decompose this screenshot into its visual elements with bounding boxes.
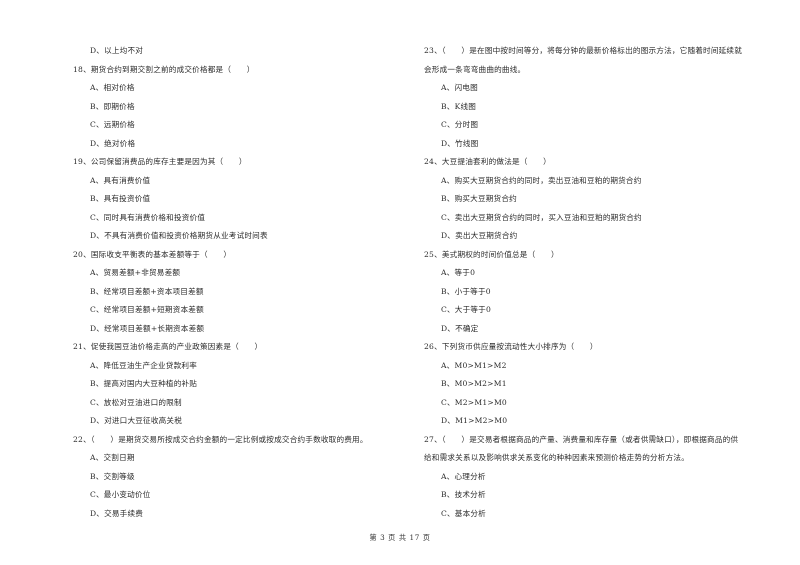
option-a: A、降低豆油生产企业贷款利率 xyxy=(90,360,198,370)
question-22: 22、（ ）是期货交易所按成交合约金额的一定比例或按成交合约手数收取的费用。 A… xyxy=(73,431,403,524)
question-stem: 21、促使我国豆油价格走高的产业政策因素是（ ） xyxy=(73,342,263,351)
question-stem-line-1: 23、（ ）是在图中按时间等分，将每分钟的最新价格标出的图示方法，它随着时间延续… xyxy=(424,46,743,55)
question-stem: 25、美式期权的时间价值总是（ ） xyxy=(424,249,559,259)
question-25: 25、美式期权的时间价值总是（ ） A、等于0 B、小于等于0 C、大于等于0 … xyxy=(424,246,784,339)
option-a: A、M0>M1>M2 xyxy=(441,360,507,370)
option-c: C、基本分析 xyxy=(441,508,486,518)
option-a: A、等于0 xyxy=(441,268,476,277)
option-d: D、不具有消费价值和投资价格期货从业考试时间表 xyxy=(90,231,268,240)
question-18: 18、期货合约到期交割之前的成交价格都是（ ） A、相对价格 B、即期价格 C、… xyxy=(73,61,403,154)
question-24: 24、大豆提油套利的做法是（ ） A、购买大豆期货合约的同时，卖出豆油和豆粕的期… xyxy=(424,153,784,246)
option-b: B、经常项目差额+资本项目差额 xyxy=(90,286,204,296)
question-stem-line-2: 会形成一条弯弯曲曲的曲线。 xyxy=(424,64,526,74)
option-b: B、技术分析 xyxy=(441,490,486,499)
question-20: 20、国际收支平衡表的基本差额等于（ ） A、贸易差额+非贸易差额 B、经常项目… xyxy=(73,246,403,339)
right-column: 23、（ ）是在图中按时间等分，将每分钟的最新价格标出的图示方法，它随着时间延续… xyxy=(424,42,784,523)
option-a: A、闪电图 xyxy=(441,83,478,92)
option-c: C、最小变动价位 xyxy=(90,490,151,499)
option-d: D、对进口大豆征收高关税 xyxy=(90,416,183,425)
question-stem: 20、国际收支平衡表的基本差额等于（ ） xyxy=(73,249,232,259)
question-stem: 26、下列货币供应量按流动性大小排序为（ ） xyxy=(424,342,598,351)
option-b: B、提高对国内大豆种植的补贴 xyxy=(90,379,198,388)
question-26: 26、下列货币供应量按流动性大小排序为（ ） A、M0>M1>M2 B、M0>M… xyxy=(424,338,784,431)
option-d: D、经常项目差额+长期资本差额 xyxy=(90,323,205,333)
option-a: A、具有消费价值 xyxy=(90,175,151,185)
option-a: A、心理分析 xyxy=(441,471,486,481)
question-stem: 24、大豆提油套利的做法是（ ） xyxy=(424,157,551,166)
option-17-d: D、以上均不对 xyxy=(90,46,144,55)
option-c: C、M2>M1>M0 xyxy=(441,397,507,407)
option-d: D、交易手续费 xyxy=(90,508,144,518)
question-stem-line-2: 给和需求关系以及影响供求关系变化的种种因素来预测价格走势的分析方法。 xyxy=(424,453,689,462)
question-stem: 19、公司保留消费品的库存主要是因为其（ ） xyxy=(73,157,247,166)
option-c: C、卖出大豆期货合约的同时，买入豆油和豆粕的期货合约 xyxy=(441,212,642,222)
option-a: A、贸易差额+非贸易差额 xyxy=(90,268,181,277)
option-a: A、交割日期 xyxy=(90,453,135,462)
question-23: 23、（ ）是在图中按时间等分，将每分钟的最新价格标出的图示方法，它随着时间延续… xyxy=(424,42,784,153)
question-27: 27、（ ）是交易者根据商品的产量、消费量和库存量（或者供需缺口），即根据商品的… xyxy=(424,431,784,524)
option-a: A、购买大豆期货合约的同时，卖出豆油和豆粕的期货合约 xyxy=(441,175,642,185)
option-c: C、远期价格 xyxy=(90,120,135,129)
question-stem: 22、（ ）是期货交易所按成交合约金额的一定比例或按成交合约手数收取的费用。 xyxy=(73,434,368,444)
exam-page: D、以上均不对 18、期货合约到期交割之前的成交价格都是（ ） A、相对价格 B… xyxy=(0,0,800,565)
question-stem: 18、期货合约到期交割之前的成交价格都是（ ） xyxy=(73,64,255,74)
option-b: B、交割等级 xyxy=(90,471,135,481)
option-d: D、不确定 xyxy=(441,323,479,333)
option-c: C、经常项目差额+短期资本差额 xyxy=(90,305,204,314)
option-c: C、放松对豆油进口的限制 xyxy=(90,397,182,407)
option-d: D、竹线图 xyxy=(441,138,479,148)
option-d: D、绝对价格 xyxy=(90,138,136,148)
option-d: D、M1>M2>M0 xyxy=(441,416,508,425)
option-b: B、小于等于0 xyxy=(441,286,491,296)
option-d: D、卖出大豆期货合约 xyxy=(441,231,518,240)
option-b: B、即期价格 xyxy=(90,101,135,111)
option-a: A、相对价格 xyxy=(90,83,135,92)
question-21: 21、促使我国豆油价格走高的产业政策因素是（ ） A、降低豆油生产企业贷款利率 … xyxy=(73,338,403,431)
question-stem-line-1: 27、（ ）是交易者根据商品的产量、消费量和库存量（或者供需缺口），即根据商品的… xyxy=(424,434,739,444)
option-b: B、具有投资价值 xyxy=(90,194,151,203)
option-b: B、K线图 xyxy=(441,101,477,111)
option-b: B、M0>M2>M1 xyxy=(441,379,507,388)
option-c: C、大于等于0 xyxy=(441,305,492,314)
option-c: C、分时图 xyxy=(441,120,479,129)
option-c: C、同时具有消费价格和投资价值 xyxy=(90,212,206,222)
question-19: 19、公司保留消费品的库存主要是因为其（ ） A、具有消费价值 B、具有投资价值… xyxy=(73,153,403,246)
left-column: D、以上均不对 18、期货合约到期交割之前的成交价格都是（ ） A、相对价格 B… xyxy=(73,42,403,523)
page-number: 第 3 页 共 17 页 xyxy=(369,533,431,542)
option-b: B、购买大豆期货合约 xyxy=(441,194,517,203)
